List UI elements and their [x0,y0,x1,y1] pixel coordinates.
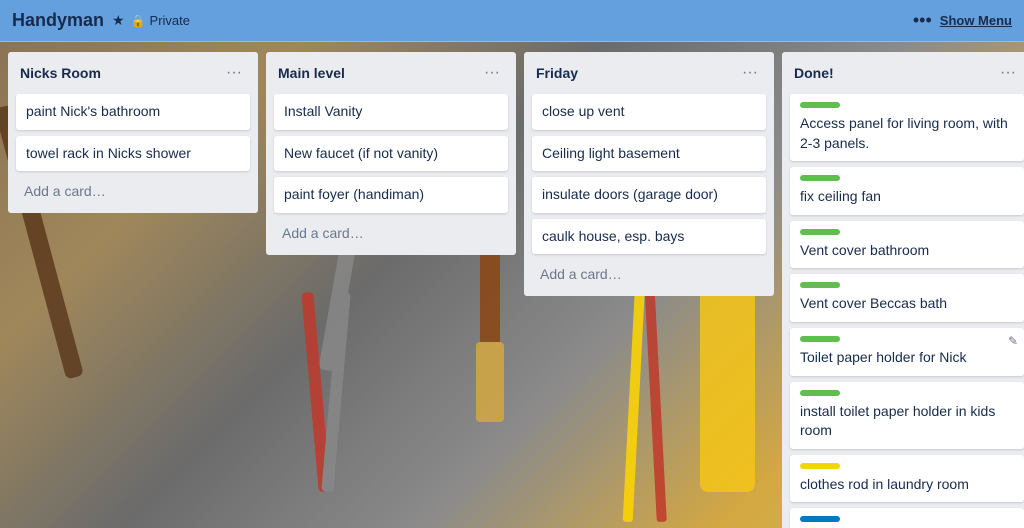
card-edit-icon[interactable]: ✎ [1008,334,1018,348]
card-close-up-vent[interactable]: close up vent [532,94,766,130]
column-more-icon-nicks-room[interactable]: ··· [222,62,246,84]
add-card-main-level[interactable]: Add a card… [274,219,508,247]
column-header-friday: Friday ··· [532,60,766,86]
card-clothes-rod[interactable]: clothes rod in laundry room [790,455,1024,503]
column-more-icon-friday[interactable]: ··· [738,62,762,84]
card-caulk-house[interactable]: caulk house, esp. bays [532,219,766,255]
column-header-done: Done! ··· [790,60,1024,86]
column-nicks-room: Nicks Room ··· paint Nick's bathroom tow… [8,52,258,213]
card-paint-nicks-bathroom[interactable]: paint Nick's bathroom [16,94,250,130]
column-more-icon-main-level[interactable]: ··· [480,62,504,84]
header-right: ••• Show Menu [913,10,1012,31]
card-hang-retractable[interactable]: hang retractable white roller in laundry… [790,508,1024,528]
card-vent-cover-beccas[interactable]: Vent cover Beccas bath [790,274,1024,322]
add-card-nicks-room[interactable]: Add a card… [16,177,250,205]
label-green [800,102,840,108]
card-vent-cover-bathroom[interactable]: Vent cover bathroom [790,221,1024,269]
label-yellow [800,463,840,469]
star-icon[interactable]: ★ [112,12,125,29]
private-label: Private [150,13,190,28]
column-friday: Friday ··· close up vent Ceiling light b… [524,52,774,296]
column-done: Done! ··· Access panel for living room, … [782,52,1024,528]
label-green [800,336,840,342]
card-toilet-paper-nick[interactable]: Toilet paper holder for Nick ✎ [790,328,1024,376]
label-green [800,282,840,288]
header-more-icon[interactable]: ••• [913,10,932,31]
label-green [800,390,840,396]
show-menu-button[interactable]: Show Menu [940,13,1012,28]
card-towel-rack[interactable]: towel rack in Nicks shower [16,136,250,172]
label-green [800,175,840,181]
card-fix-ceiling-fan[interactable]: fix ceiling fan [790,167,1024,215]
column-title-nicks-room: Nicks Room [20,65,101,81]
column-header-nicks-room: Nicks Room ··· [16,60,250,86]
card-insulate-doors[interactable]: insulate doors (garage door) [532,177,766,213]
card-new-faucet[interactable]: New faucet (if not vanity) [274,136,508,172]
column-title-done: Done! [794,65,834,81]
card-toilet-paper-kids[interactable]: install toilet paper holder in kids room [790,382,1024,449]
card-install-vanity[interactable]: Install Vanity [274,94,508,130]
add-card-friday[interactable]: Add a card… [532,260,766,288]
label-green [800,229,840,235]
board-title: Handyman [12,10,104,31]
card-paint-foyer[interactable]: paint foyer (handiman) [274,177,508,213]
app-header: Handyman ★ 🔒 Private ••• Show Menu [0,0,1024,42]
column-title-friday: Friday [536,65,578,81]
column-title-main-level: Main level [278,65,345,81]
card-ceiling-light[interactable]: Ceiling light basement [532,136,766,172]
column-main-level: Main level ··· Install Vanity New faucet… [266,52,516,255]
card-access-panel[interactable]: Access panel for living room, with 2-3 p… [790,94,1024,161]
lock-icon: 🔒 [131,14,146,28]
boards-container: Nicks Room ··· paint Nick's bathroom tow… [0,42,1024,528]
column-more-icon-done[interactable]: ··· [996,62,1020,84]
column-header-main-level: Main level ··· [274,60,508,86]
label-blue [800,516,840,522]
